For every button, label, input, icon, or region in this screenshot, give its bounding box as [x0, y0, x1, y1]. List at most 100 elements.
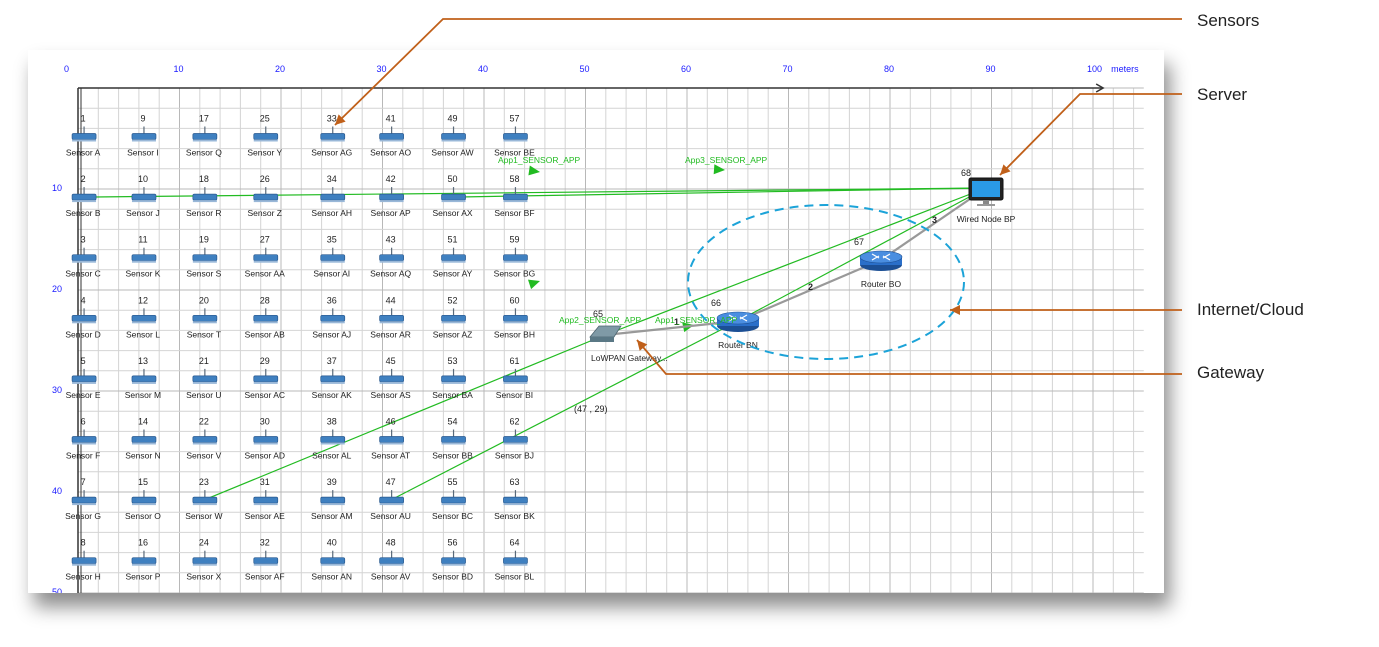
sensor-node[interactable]: 16 Sensor P — [125, 538, 160, 582]
sensor-label: Sensor BG — [494, 269, 536, 279]
sensor-id: 26 — [260, 174, 270, 184]
sensor-node[interactable]: 28 Sensor AB — [245, 295, 285, 339]
sensor-node[interactable]: 2 Sensor B — [66, 174, 101, 218]
axis-unit-label: meters — [1111, 64, 1139, 74]
sensor-body — [320, 557, 346, 565]
sensor-node[interactable]: 64 Sensor BL — [495, 538, 535, 582]
sensor-node[interactable]: 31 Sensor AE — [245, 477, 285, 521]
sensor-node[interactable]: 37 Sensor AK — [312, 356, 352, 400]
sensor-body — [503, 436, 528, 443]
sensor-node[interactable]: 45 Sensor AS — [371, 356, 411, 400]
sensor-node[interactable]: 49 Sensor AW — [431, 114, 473, 158]
sensor-node[interactable]: 7 Sensor G — [65, 477, 101, 521]
sensor-node[interactable]: 60 Sensor BH — [494, 295, 535, 339]
sensor-node[interactable]: 13 Sensor M — [125, 356, 161, 400]
sensor-id: 47 — [386, 477, 396, 487]
sensor-node[interactable]: 59 Sensor BG — [494, 235, 536, 279]
sensor-body — [320, 193, 346, 201]
sensor-node[interactable]: 35 Sensor AI — [313, 235, 350, 279]
sensor-node[interactable]: 42 Sensor AP — [371, 174, 411, 218]
sensor-node[interactable]: 25 Sensor Y — [247, 114, 282, 158]
sensor-node[interactable]: 11 Sensor K — [125, 235, 160, 279]
sensor-node[interactable]: 17 Sensor Q — [186, 114, 222, 158]
sensor-node[interactable]: 9 Sensor I — [127, 114, 159, 158]
sensor-node[interactable]: 8 Sensor H — [65, 538, 100, 582]
flow-arrowhead — [527, 279, 540, 290]
router-bo-node[interactable]: 67 Router BO — [854, 237, 903, 289]
sensor-node[interactable]: 50 Sensor AX — [432, 174, 472, 218]
sensor-node[interactable]: 39 Sensor AM — [311, 477, 353, 521]
sensor-node[interactable]: 14 Sensor N — [125, 417, 160, 461]
sensor-body — [503, 193, 528, 201]
sensor-base — [320, 260, 345, 263]
sensor-node[interactable]: 34 Sensor AH — [311, 174, 352, 218]
sensor-node[interactable]: 63 Sensor BK — [494, 477, 535, 521]
sensor-id: 20 — [199, 295, 209, 305]
sensor-base — [253, 442, 278, 445]
sensor-body — [253, 496, 279, 504]
x-tick-label: 90 — [986, 64, 996, 74]
sensor-node[interactable]: 54 Sensor BB — [432, 417, 473, 461]
sensor-node[interactable]: 47 Sensor AU — [370, 477, 411, 521]
sensor-base — [503, 503, 528, 506]
sensor-node[interactable]: 33 Sensor AG — [311, 114, 352, 158]
sensor-body — [441, 193, 466, 201]
sensor-base — [253, 503, 278, 506]
sensor-node[interactable]: 19 Sensor S — [186, 235, 221, 279]
sensor-node[interactable]: 57Sensor BE — [494, 114, 535, 158]
sensor-node[interactable]: 21 Sensor U — [186, 356, 221, 400]
sensor-node[interactable]: 48 Sensor AV — [371, 538, 411, 582]
sensor-body — [192, 193, 218, 201]
x-tick-label: 60 — [681, 64, 691, 74]
sensor-node[interactable]: 40 Sensor AN — [311, 538, 352, 582]
sensor-id: 29 — [260, 356, 270, 366]
sensor-base — [72, 200, 97, 203]
sensor-node[interactable]: 1 Sensor A — [66, 114, 101, 158]
sensor-id: 37 — [327, 356, 337, 366]
sensor-node[interactable]: 52 Sensor AZ — [433, 295, 473, 339]
sensor-id: 7 — [81, 477, 86, 487]
sensor-node[interactable]: 44 Sensor AR — [370, 295, 411, 339]
sensor-node[interactable]: 43 Sensor AQ — [370, 235, 411, 279]
sensor-node[interactable]: 36 Sensor AJ — [312, 295, 351, 339]
sensor-body — [253, 375, 279, 383]
sensor-node[interactable]: 51 Sensor AY — [433, 235, 473, 279]
sensor-node[interactable]: 4 Sensor D — [65, 295, 100, 339]
sensor-node[interactable]: 32 Sensor AF — [245, 538, 285, 582]
app-label: App2_SENSOR_APP — [559, 315, 642, 325]
sensor-node[interactable]: 41 Sensor AO — [370, 114, 411, 158]
sensor-node[interactable]: 20 Sensor T — [187, 295, 221, 339]
sensor-node[interactable]: 23 Sensor W — [185, 477, 222, 521]
sensor-id: 48 — [386, 538, 396, 548]
sensor-base — [131, 139, 156, 142]
sensor-body — [192, 496, 218, 504]
sensor-node[interactable]: 15 Sensor O — [125, 477, 161, 521]
network-canvas[interactable]: 0 10 20 30 40 50 60 70 80 90 100 meters 10 20 30 40 50 1 S… — [28, 50, 1164, 593]
flow-line — [390, 320, 739, 501]
sensor-node[interactable]: 30 Sensor AD — [244, 417, 285, 461]
sensor-label: Sensor AY — [433, 269, 473, 279]
sensor-node[interactable]: 26 Sensor Z — [248, 174, 283, 218]
sensor-node[interactable]: 22 Sensor V — [186, 417, 221, 461]
sensor-node[interactable]: 46 Sensor AT — [371, 417, 410, 461]
sensor-body — [320, 133, 346, 140]
sensor-base — [253, 563, 278, 566]
sensor-node[interactable]: 55 Sensor BC — [432, 477, 473, 521]
sensor-node[interactable]: 12 Sensor L — [126, 295, 160, 339]
sensor-node[interactable]: 53 Sensor BA — [432, 356, 473, 400]
sensor-node[interactable]: 29 Sensor AC — [244, 356, 285, 400]
sensor-node[interactable]: 38 Sensor AL — [312, 417, 351, 461]
sensor-node[interactable]: 6 Sensor F — [66, 417, 101, 461]
sensor-node[interactable]: 24 Sensor X — [186, 538, 221, 582]
sensor-body — [131, 557, 157, 565]
x-tick-label: 0 — [64, 64, 69, 74]
sensor-node[interactable]: 27 Sensor AA — [245, 235, 285, 279]
sensor-node[interactable]: 56 Sensor BD — [432, 538, 473, 582]
sensor-node[interactable]: 62 Sensor BJ — [495, 417, 534, 461]
sensor-node[interactable]: 3 Sensor C — [65, 235, 100, 279]
sensor-label: Sensor AQ — [370, 269, 411, 279]
x-tick-label: 20 — [275, 64, 285, 74]
sensor-id: 64 — [509, 538, 519, 548]
sensor-label: Sensor V — [186, 451, 221, 461]
sensor-node[interactable]: 5 Sensor E — [66, 356, 101, 400]
